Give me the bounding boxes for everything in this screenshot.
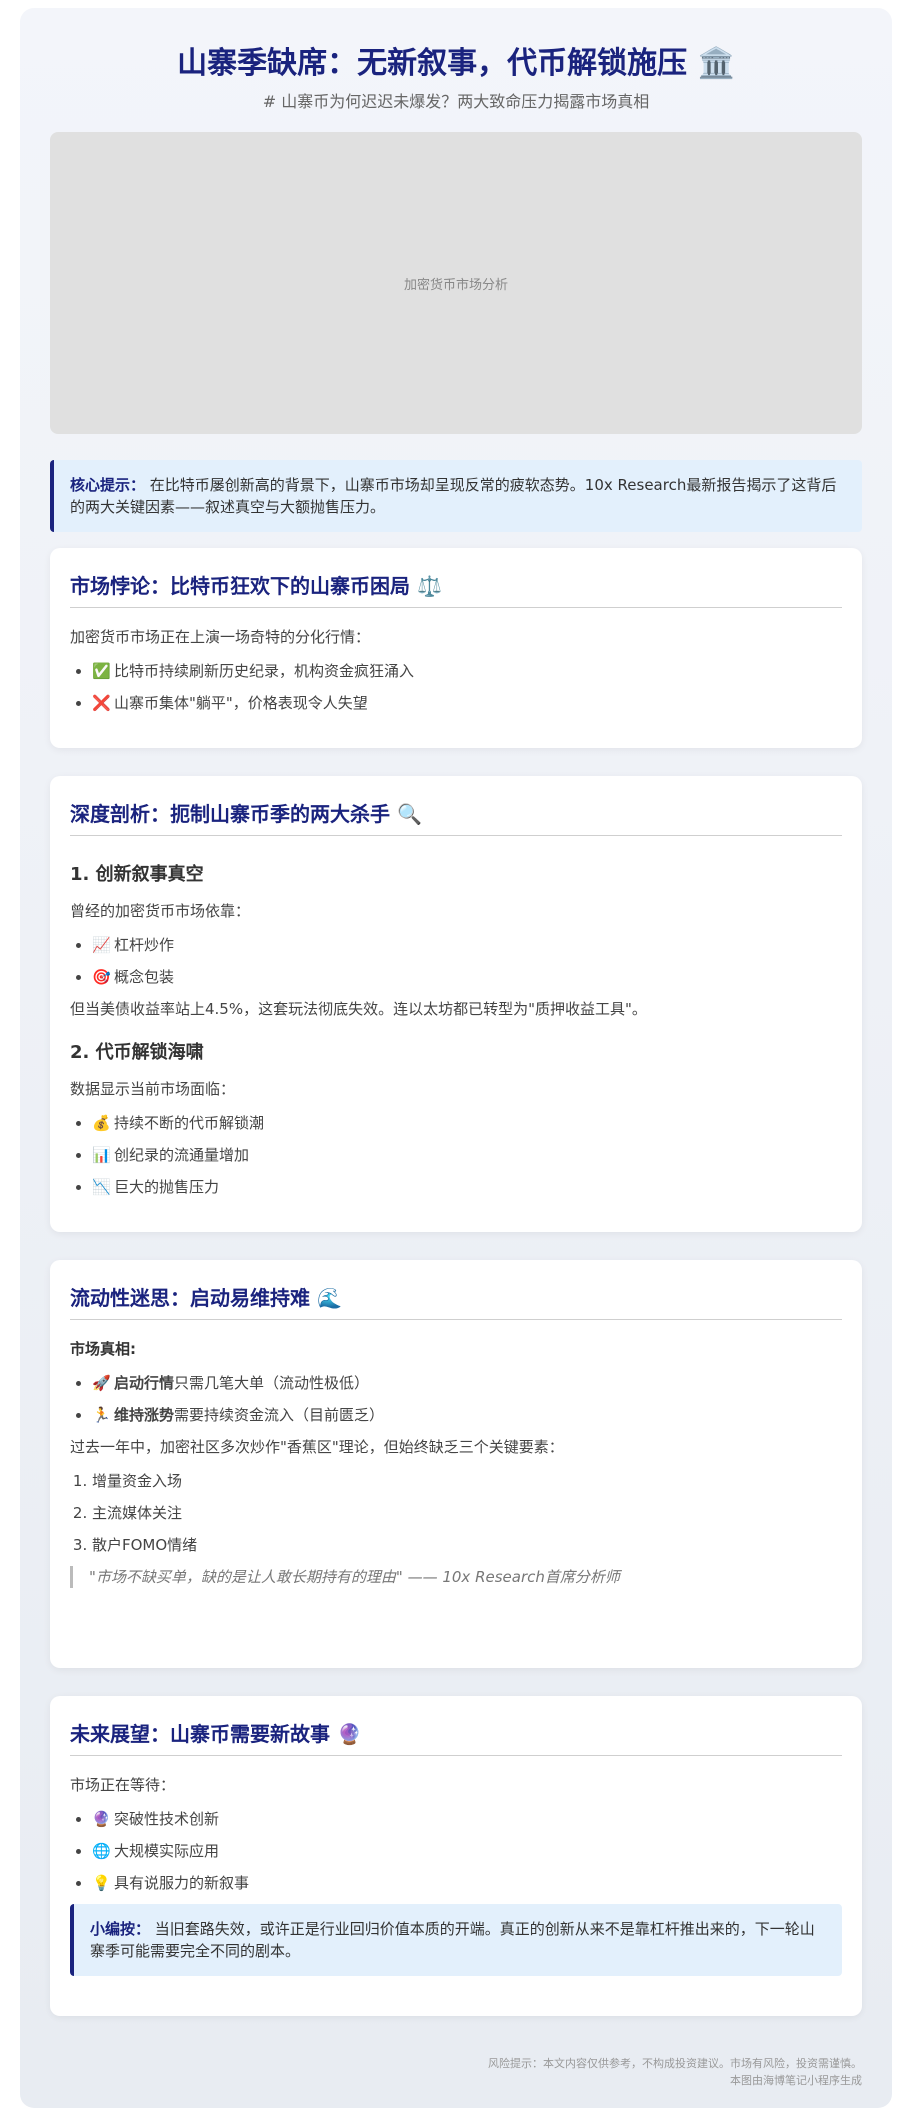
page-title: 山寨季缺席：无新叙事，代币解锁施压 🏛️ xyxy=(177,46,735,81)
editor-note: 小编按： 当旧套路失效，或许正是行业回归价值本质的开端。真正的创新从来不是靠杠杆… xyxy=(70,1904,842,1976)
section-liquidity: 流动性迷思：启动易维持难 🌊 市场真相: 🚀启动行情只需几笔大单（流动性极低） … xyxy=(50,1260,862,1668)
bar-chart-icon: 📊 xyxy=(92,1146,111,1164)
list-item: 🔮突破性技术创新 xyxy=(92,1808,842,1830)
money-bag-icon: 💰 xyxy=(92,1114,111,1132)
list-item: 📊创纪录的流通量增加 xyxy=(92,1144,842,1166)
list-item: ✅比特币持续刷新历史纪录，机构资金疯狂涌入 xyxy=(92,660,842,682)
list-item: 🏃维持涨势需要持续资金流入（目前匮乏） xyxy=(92,1404,842,1426)
list-item: 💰持续不断的代币解锁潮 xyxy=(92,1112,842,1134)
section-title: 未来展望：山寨币需要新故事 🔮 xyxy=(70,1696,842,1756)
section-paragraph: 过去一年中，加密社区多次炒作"香蕉区"理论，但始终缺乏三个关键要素： xyxy=(70,1438,564,1456)
key-elements-list: 增量资金入场 主流媒体关注 散户FOMO情绪 xyxy=(70,1470,842,1556)
analyst-quote: "市场不缺买单，缺的是让人敢长期持有的理由" —— 10x Research首席… xyxy=(70,1566,842,1588)
generator-credit: 本图由海博笔记小程序生成 xyxy=(730,2074,862,2087)
list-item: 🎯概念包装 xyxy=(92,966,842,988)
section-deep-analysis: 深度剖析：扼制山寨币季的两大杀手 🔍 1. 创新叙事真空 曾经的加密货币市场依靠… xyxy=(50,776,862,1232)
rocket-icon: 🚀 xyxy=(92,1374,111,1392)
crystal-ball-icon: 🔮 xyxy=(92,1810,111,1828)
check-icon: ✅ xyxy=(92,662,111,680)
footer: 风险提示：本文内容仅供参考，不构成投资建议。市场有风险，投资需谨慎。 本图由海博… xyxy=(488,2055,862,2089)
hero-caption: 加密货币市场分析 xyxy=(403,277,508,293)
subsection-outro: 但当美债收益率站上4.5%，这套玩法彻底失效。连以太坊都已转型为"质押收益工具"… xyxy=(70,1000,647,1018)
section-title: 市场悖论：比特币狂欢下的山寨币困局 ⚖️ xyxy=(70,548,842,608)
key-tip-label: 核心提示： xyxy=(70,476,146,494)
subsection-intro: 数据显示当前市场面临： xyxy=(70,1080,236,1098)
outlook-list: 🔮突破性技术创新 🌐大规模实际应用 💡具有说服力的新叙事 xyxy=(70,1808,842,1894)
hero-image-placeholder: 加密货币市场分析 xyxy=(50,132,862,434)
editor-note-label: 小编按： xyxy=(90,1920,151,1938)
list-item: 📈杠杆炒作 xyxy=(92,934,842,956)
subsection-intro: 曾经的加密货币市场依靠： xyxy=(70,902,251,920)
section-title: 流动性迷思：启动易维持难 🌊 xyxy=(70,1260,842,1320)
page: 山寨季缺席：无新叙事，代币解锁施压 🏛️ # 山寨币为何迟迟未爆发？两大致命压力… xyxy=(20,8,892,2108)
list-item: 🚀启动行情只需几笔大单（流动性极低） xyxy=(92,1372,842,1394)
key-tip-text: 在比特币屡创新高的背景下，山寨币市场却呈现反常的疲软态势。10x Researc… xyxy=(70,476,837,516)
paradox-list: ✅比特币持续刷新历史纪录，机构资金疯狂涌入 ❌山寨币集体"躺平"，价格表现令人失… xyxy=(70,660,842,714)
subsection-heading: 1. 创新叙事真空 xyxy=(70,864,204,885)
runner-icon: 🏃 xyxy=(92,1406,111,1424)
chart-down-icon: 📉 xyxy=(92,1178,111,1196)
section-outlook: 未来展望：山寨币需要新故事 🔮 市场正在等待： 🔮突破性技术创新 🌐大规模实际应… xyxy=(50,1696,862,2016)
list-item: 🌐大规模实际应用 xyxy=(92,1840,842,1862)
section-title: 深度剖析：扼制山寨币季的两大杀手 🔍 xyxy=(70,776,842,836)
target-icon: 🎯 xyxy=(92,968,111,986)
section-intro: 市场正在等待： xyxy=(70,1776,176,1794)
list-item: 增量资金入场 xyxy=(92,1470,842,1492)
liquidity-list: 🚀启动行情只需几笔大单（流动性极低） 🏃维持涨势需要持续资金流入（目前匮乏） xyxy=(70,1372,842,1426)
cross-icon: ❌ xyxy=(92,694,111,712)
risk-disclaimer: 风险提示：本文内容仅供参考，不构成投资建议。市场有风险，投资需谨慎。 xyxy=(488,2057,862,2070)
list-item: ❌山寨币集体"躺平"，价格表现令人失望 xyxy=(92,692,842,714)
editor-note-text: 当旧套路失效，或许正是行业回归价值本质的开端。真正的创新从来不是靠杠杆推出来的，… xyxy=(90,1920,815,1960)
truth-label: 市场真相: xyxy=(70,1340,136,1358)
list-item: 散户FOMO情绪 xyxy=(92,1534,842,1556)
chart-up-icon: 📈 xyxy=(92,936,111,954)
page-subtitle: # 山寨币为何迟迟未爆发？两大致命压力揭露市场真相 xyxy=(262,92,650,111)
narrative-list: 📈杠杆炒作 🎯概念包装 xyxy=(70,934,842,988)
globe-icon: 🌐 xyxy=(92,1842,111,1860)
unlock-list: 💰持续不断的代币解锁潮 📊创纪录的流通量增加 📉巨大的抛售压力 xyxy=(70,1112,842,1198)
lightbulb-icon: 💡 xyxy=(92,1874,111,1892)
key-tip-callout: 核心提示： 在比特币屡创新高的背景下，山寨币市场却呈现反常的疲软态势。10x R… xyxy=(50,460,862,532)
section-market-paradox: 市场悖论：比特币狂欢下的山寨币困局 ⚖️ 加密货币市场正在上演一场奇特的分化行情… xyxy=(50,548,862,748)
list-item: 📉巨大的抛售压力 xyxy=(92,1176,842,1198)
list-item: 💡具有说服力的新叙事 xyxy=(92,1872,842,1894)
list-item: 主流媒体关注 xyxy=(92,1502,842,1524)
section-intro: 加密货币市场正在上演一场奇特的分化行情： xyxy=(70,628,371,646)
subsection-heading: 2. 代币解锁海啸 xyxy=(70,1042,204,1063)
